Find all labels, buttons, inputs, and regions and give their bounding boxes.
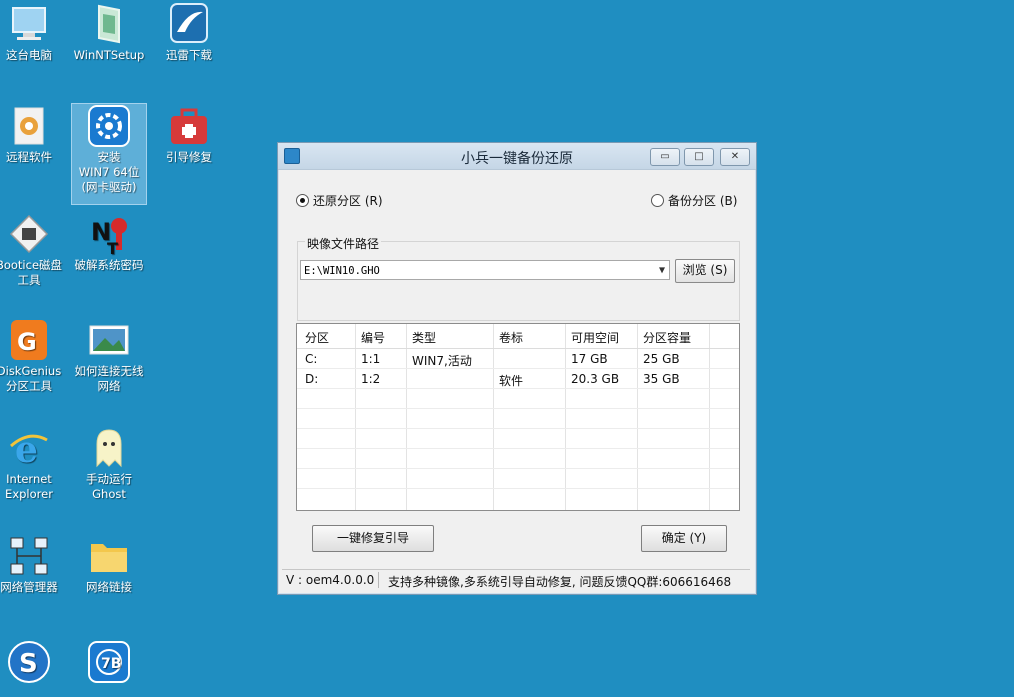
winntsetup-icon [87,2,131,46]
bootice-icon [7,212,51,256]
backup-partition-radio[interactable]: 备份分区 (B) [651,192,737,209]
status-separator [378,572,379,588]
desktop-icon-install-win7[interactable]: 安装 WIN7 64位 (网卡驱动) [71,103,147,205]
partition-table[interactable]: 分区 编号 类型 卷标 可用空间 分区容量 C: 1:1 WIN7,活动 17 … [296,323,740,511]
column-header-capacity[interactable]: 分区容量 [643,329,691,346]
column-header-partition[interactable]: 分区 [305,329,329,346]
desktop-icon-crack-password[interactable]: NT 破解系统密码 [72,212,146,273]
image-path-value: E:\WIN10.GHO [304,265,380,277]
internet-explorer-icon: e [7,426,51,471]
xunlei-icon [167,2,211,46]
restore-partition-radio[interactable]: 还原分区 (R) [296,192,383,209]
status-bar: V : oem4.0.0.0 支持多种镜像,多系统引导自动修复, 问题反馈QQ群… [282,569,750,590]
image-path-group [297,241,740,321]
desktop-icon-boot-repair[interactable]: 引导修复 [152,104,226,165]
folder-icon [87,534,131,578]
computer-icon [7,2,51,46]
desktop-icon-bottom-2[interactable]: 7B [72,640,146,686]
radio-checked-icon [296,194,309,207]
desktop-icon-bootice[interactable]: Bootice磁盘 工具 [0,212,66,288]
backup-restore-dialog: 小兵一键备份还原 ▭ □ ✕ 还原分区 (R) 备份分区 (B) 映像文件路径 … [277,142,757,595]
network-icon [7,534,51,578]
diskgenius-icon: G [7,318,51,362]
s-icon: S [7,640,51,684]
status-message: 支持多种镜像,多系统引导自动修复, 问题反馈QQ群:606616468 [388,575,732,589]
desktop-icon-wireless-howto[interactable]: 如何连接无线 网络 [72,318,146,394]
svg-text:S: S [19,649,38,679]
desktop-icon-network-link[interactable]: 网络链接 [72,534,146,595]
remote-software-icon [7,104,51,148]
column-header-label[interactable]: 卷标 [499,329,523,346]
desktop-icon-internet-explorer[interactable]: e Internet Explorer [0,426,66,502]
desktop-icon-remote[interactable]: 远程软件 [0,104,66,165]
column-header-number[interactable]: 编号 [361,329,385,346]
radio-unchecked-icon [651,194,664,207]
desktop-icon-this-pc[interactable]: 这台电脑 [0,2,66,63]
desktop-icon-xunlei[interactable]: 迅雷下载 [152,2,226,63]
svg-text:T: T [107,239,118,256]
desktop-icon-diskgenius[interactable]: G DiskGenius 分区工具 [0,318,66,394]
ghost-icon [87,426,131,470]
desktop-icon-ghost[interactable]: 手动运行 Ghost [72,426,146,502]
browse-button[interactable]: 浏览 (S) [675,259,735,283]
install-icon [87,104,131,148]
repair-boot-button[interactable]: 一键修复引导 [312,525,434,552]
picture-icon [87,318,131,362]
boot-repair-icon [167,104,211,148]
image-path-combobox[interactable]: E:\WIN10.GHO ▼ [300,260,670,280]
image-path-label: 映像文件路径 [305,235,382,252]
close-button[interactable]: ✕ [720,148,750,166]
key-icon: NT [87,212,131,258]
desktop-icon-network-manager[interactable]: 网络管理器 [0,534,66,595]
chevron-down-icon[interactable]: ▼ [659,261,665,281]
title-bar[interactable]: 小兵一键备份还原 ▭ □ ✕ [278,143,756,170]
install-tool-icon: 7B [87,640,131,684]
maximize-button[interactable]: □ [684,148,714,166]
svg-text:7B: 7B [101,656,121,672]
version-text: V : oem4.0.0.0 [286,573,375,587]
column-header-type[interactable]: 类型 [412,329,436,346]
desktop-icon-winntsetup[interactable]: WinNTSetup [72,2,146,63]
desktop-icon-bottom-1[interactable]: S [0,640,66,686]
ok-button[interactable]: 确定 (Y) [641,525,727,552]
svg-text:G: G [17,328,37,356]
minimize-button[interactable]: ▭ [650,148,680,166]
column-header-free-space[interactable]: 可用空间 [571,329,619,346]
